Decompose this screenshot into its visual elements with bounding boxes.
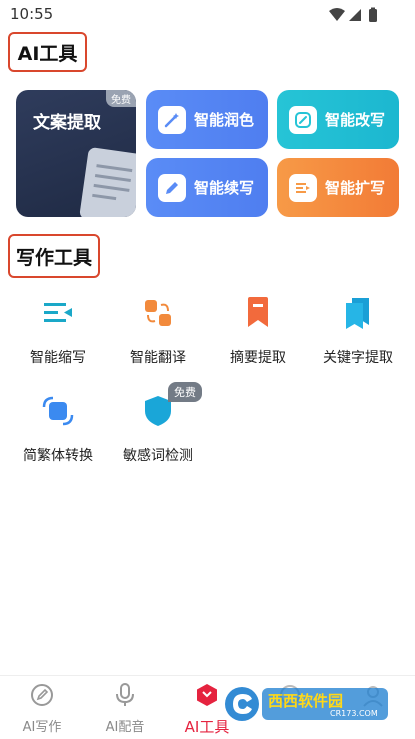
document-icon xyxy=(79,147,136,217)
convert-icon xyxy=(42,396,74,426)
shrink-list-icon xyxy=(44,303,72,322)
writing-tools-section-title: 写作工具 xyxy=(8,234,100,278)
status-icons xyxy=(329,7,377,22)
sensitive-word-detect-tool[interactable]: 敏感词检测 xyxy=(110,393,206,473)
keyword-extract-label: 关键字提取 xyxy=(323,350,393,366)
free-badge: 免费 xyxy=(106,90,136,107)
svg-text:西西软件园: 西西软件园 xyxy=(268,692,343,710)
ai-tools-section-title: AI工具 xyxy=(8,32,87,72)
smart-rewrite-card[interactable]: 智能改写 xyxy=(277,90,399,149)
text-extract-title: 文案提取 xyxy=(33,113,101,133)
smart-polish-label: 智能润色 xyxy=(194,111,255,129)
microphone-icon xyxy=(116,683,134,706)
simplified-traditional-convert-label: 简繁体转换 xyxy=(23,448,93,464)
nav-ai-dubbing-label: AI配音 xyxy=(105,720,145,735)
summary-extract-tool[interactable]: 摘要提取 xyxy=(210,295,306,375)
smart-expand-label: 智能扩写 xyxy=(325,179,386,197)
signal-icon xyxy=(349,9,361,21)
status-time: 10:55 xyxy=(10,5,54,23)
smart-rewrite-label: 智能改写 xyxy=(325,111,386,129)
smart-continue-label: 智能续写 xyxy=(194,179,255,197)
magic-wand-icon xyxy=(158,105,186,134)
wifi-icon xyxy=(329,8,345,21)
text-extract-card[interactable]: 文案提取 免费 xyxy=(16,90,136,217)
smart-abbreviate-tool[interactable]: 智能缩写 xyxy=(10,295,106,375)
bookmarks-icon xyxy=(346,298,369,329)
expand-list-icon xyxy=(289,173,317,202)
translate-icon xyxy=(145,300,171,326)
summary-extract-label: 摘要提取 xyxy=(230,350,286,366)
battery-icon xyxy=(369,9,377,22)
nav-ai-dubbing[interactable]: AI配音 xyxy=(85,682,165,735)
smart-polish-card[interactable]: 智能润色 xyxy=(146,90,268,149)
bookmark-icon xyxy=(248,297,268,327)
pen-circle-icon xyxy=(31,684,53,706)
smart-continue-card[interactable]: 智能续写 xyxy=(146,158,268,217)
pen-edit-icon xyxy=(289,105,317,134)
watermark-logo: 西西软件园 CR173.COM xyxy=(225,687,388,721)
ai-tools-icon xyxy=(197,684,217,706)
keyword-extract-tool[interactable]: 关键字提取 xyxy=(310,295,406,375)
svg-text:CR173.COM: CR173.COM xyxy=(330,709,378,718)
nav-ai-writing-label: AI写作 xyxy=(22,720,62,735)
pencil-icon xyxy=(158,173,186,202)
smart-expand-card[interactable]: 智能扩写 xyxy=(277,158,399,217)
status-bar: 10:55 xyxy=(0,0,415,30)
free-badge: 免费 xyxy=(168,382,202,402)
sensitive-word-detect-label: 敏感词检测 xyxy=(123,448,193,464)
simplified-traditional-convert-tool[interactable]: 简繁体转换 xyxy=(10,393,106,473)
smart-translate-tool[interactable]: 智能翻译 xyxy=(110,295,206,375)
smart-abbreviate-label: 智能缩写 xyxy=(30,350,86,366)
nav-ai-writing[interactable]: AI写作 xyxy=(2,682,82,735)
smart-translate-label: 智能翻译 xyxy=(130,350,186,366)
